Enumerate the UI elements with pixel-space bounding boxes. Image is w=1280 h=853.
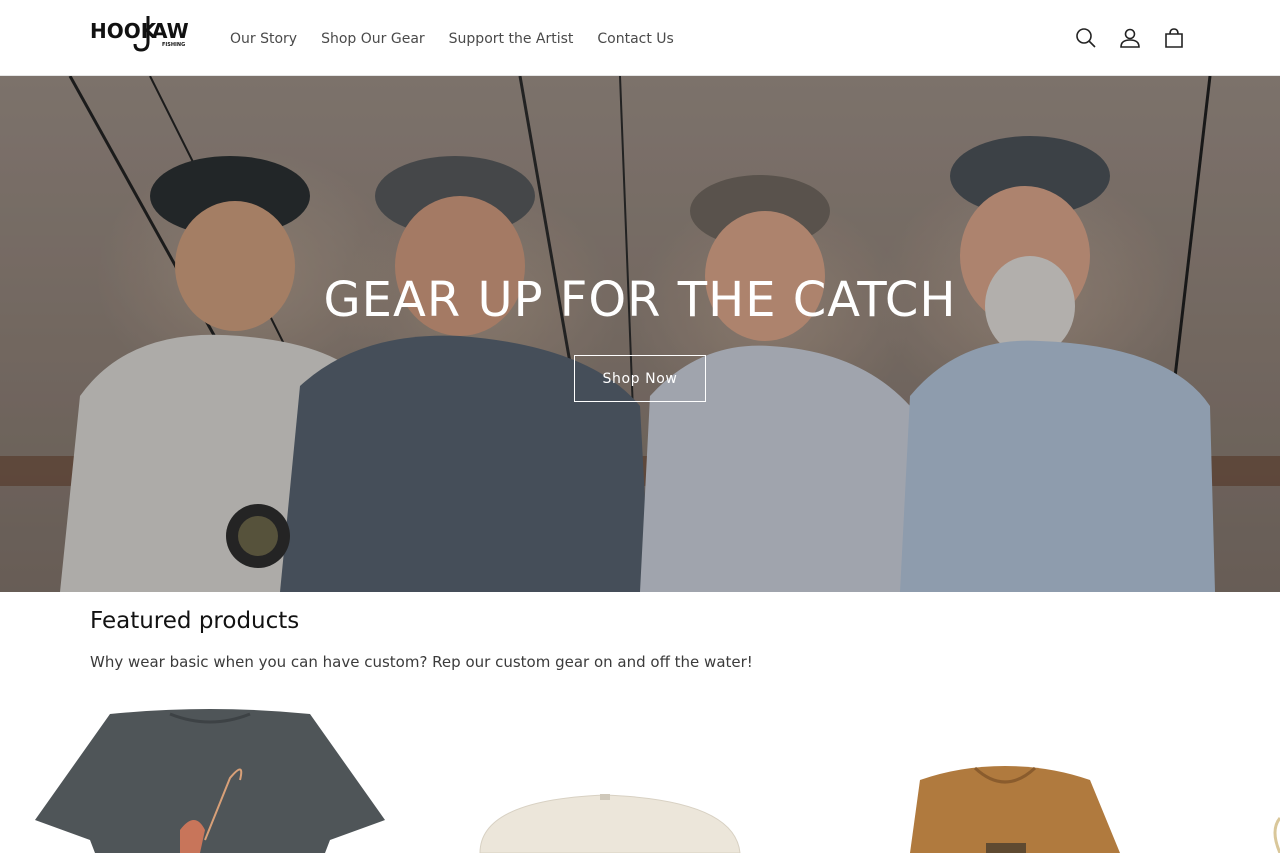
product-card-partial[interactable] bbox=[1255, 700, 1280, 853]
featured-products-heading: Featured products bbox=[90, 608, 300, 634]
brand-logo[interactable]: HOOK AW FISHING bbox=[90, 12, 190, 54]
partial-product-image bbox=[1273, 817, 1280, 853]
hero-title: GEAR UP FOR THE CATCH bbox=[323, 272, 957, 328]
nav-support-the-artist[interactable]: Support the Artist bbox=[437, 26, 586, 52]
hookjaw-logo-graphic: HOOK AW FISHING bbox=[90, 16, 189, 52]
nav-contact-us[interactable]: Contact Us bbox=[585, 26, 685, 52]
account-icon[interactable] bbox=[1110, 18, 1150, 58]
cap-image bbox=[479, 794, 741, 853]
nav-our-story[interactable]: Our Story bbox=[218, 26, 309, 52]
product-card-cap[interactable] bbox=[460, 700, 760, 853]
cart-icon[interactable] bbox=[1154, 18, 1194, 58]
svg-text:AW: AW bbox=[152, 19, 189, 43]
site-header: HOOK AW FISHING Our Story Shop Our Gear … bbox=[0, 0, 1280, 76]
main-nav: Our Story Shop Our Gear Support the Arti… bbox=[218, 26, 686, 52]
featured-products-description: Why wear basic when you can have custom?… bbox=[90, 653, 753, 671]
header-icon-group bbox=[1066, 18, 1194, 58]
svg-text:FISHING: FISHING bbox=[162, 42, 185, 48]
tshirt-image bbox=[35, 709, 385, 853]
search-icon[interactable] bbox=[1066, 18, 1106, 58]
hero-overlay bbox=[0, 76, 1280, 592]
product-grid bbox=[0, 700, 1280, 853]
product-card-tshirt[interactable] bbox=[30, 700, 390, 853]
shop-now-button[interactable]: Shop Now bbox=[574, 355, 706, 402]
product-card-hoodie[interactable] bbox=[880, 700, 1140, 853]
hoodie-image bbox=[910, 766, 1120, 853]
hero-banner: GEAR UP FOR THE CATCH Shop Now bbox=[0, 76, 1280, 592]
nav-shop-our-gear[interactable]: Shop Our Gear bbox=[309, 26, 437, 52]
